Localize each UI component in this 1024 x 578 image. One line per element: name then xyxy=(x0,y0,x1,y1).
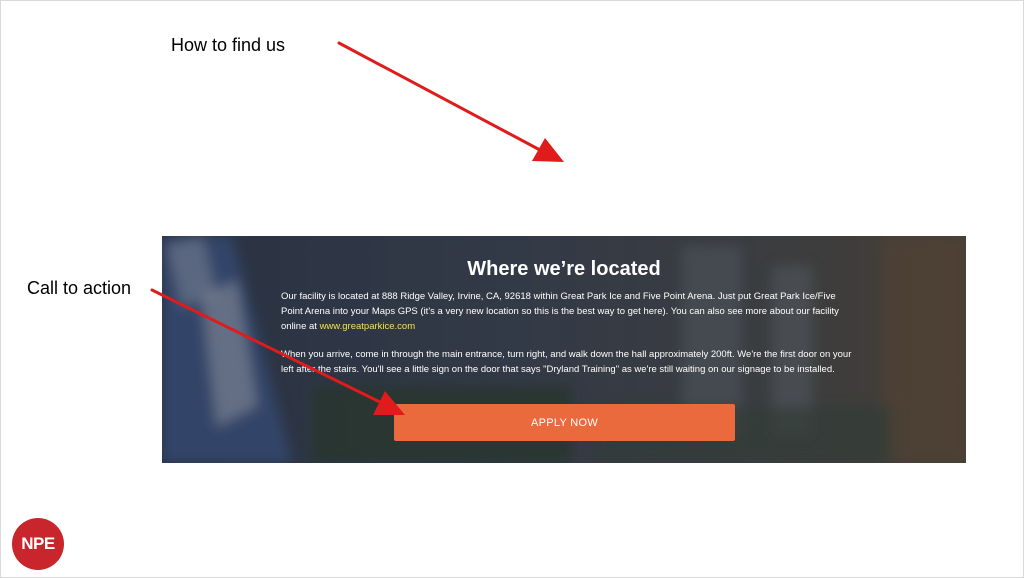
section-title: Where we’re located xyxy=(467,258,661,280)
location-section-screenshot: Where we’re located Our facility is loca… xyxy=(162,236,966,463)
logo-text: NPE xyxy=(21,534,55,553)
apply-now-button[interactable]: APPLY NOW xyxy=(394,404,735,441)
website-link[interactable]: www.greatparkice.com xyxy=(320,321,416,332)
directions-paragraph-1: Our facility is located at 888 Ridge Val… xyxy=(281,289,853,334)
find-us-annotation: How to find us xyxy=(171,35,286,55)
directions-paragraph-2: When you arrive, come in through the mai… xyxy=(281,349,852,375)
call-to-action-annotation: Call to action xyxy=(27,278,132,298)
npe-logo: NPE xyxy=(12,518,64,570)
